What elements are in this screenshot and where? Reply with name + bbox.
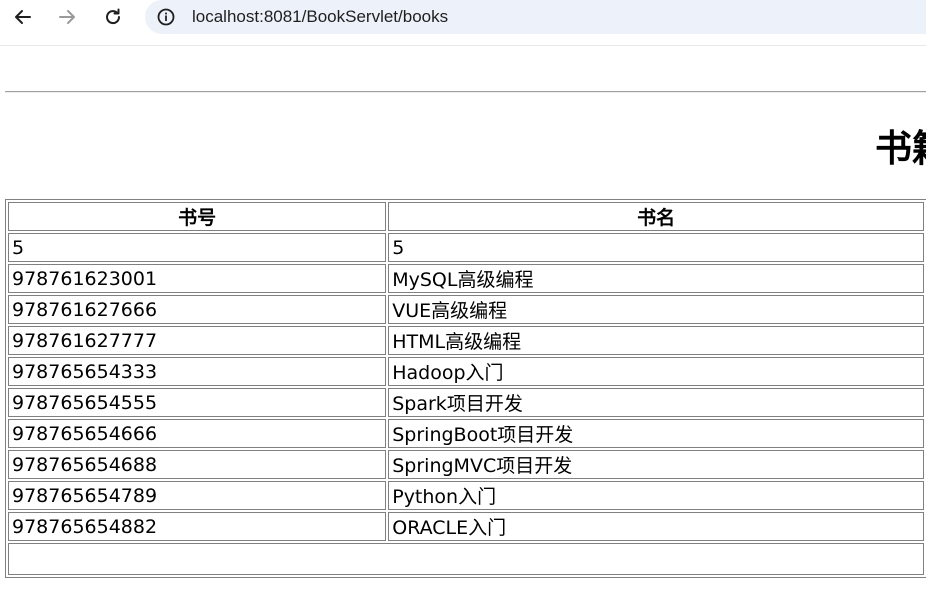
cell-name: Spark项目开发 [388,388,924,417]
cell-name: Python入门 [388,481,924,510]
cell-name: SpringMVC项目开发 [388,450,924,479]
cell-name: HTML高级编程 [388,326,924,355]
cell-isbn: 978765654688 [8,450,387,479]
info-icon [157,8,175,26]
reload-button[interactable] [99,3,127,31]
cell-name: MySQL高级编程 [388,264,924,293]
page-title: 书籍 [875,127,926,170]
cell-isbn: 978765654789 [8,481,387,510]
cell-name: ORACLE入门 [388,512,924,541]
cell-isbn: 5 [8,233,387,262]
cell-name: Hadoop入门 [388,357,924,386]
horizontal-rule [5,91,926,93]
cell-isbn: 978761627666 [8,295,387,324]
cell-isbn: 978761627777 [8,326,387,355]
table-row: 978765654789 Python入门 [8,481,924,510]
cell-isbn: 978765654333 [8,357,387,386]
column-header-isbn: 书号 [8,202,387,231]
table-row: 978761627666 VUE高级编程 [8,295,924,324]
table-row: 978765654882 ORACLE入门 [8,512,924,541]
cell-isbn: 978765654555 [8,388,387,417]
table-row-empty [8,543,924,575]
column-header-name: 书名 [388,202,924,231]
table-row: 978765654555 Spark项目开发 [8,388,924,417]
table-row: 978761623001 MySQL高级编程 [8,264,924,293]
table-row: 978765654688 SpringMVC项目开发 [8,450,924,479]
site-info-button[interactable] [155,6,177,28]
table-row: 978761627777 HTML高级编程 [8,326,924,355]
arrow-right-icon [59,10,75,24]
browser-toolbar: localhost:8081/BookServlet/books [0,0,926,34]
url-text[interactable]: localhost:8081/BookServlet/books [192,6,448,28]
forward-button[interactable] [53,3,81,31]
back-button[interactable] [9,3,37,31]
table-row: 978765654333 Hadoop入门 [8,357,924,386]
table-row: 978765654666 SpringBoot项目开发 [8,419,924,448]
books-table: 书号 书名 5 5 978761623001 MySQL高级编程 9787616… [5,199,926,578]
empty-cell [8,543,924,575]
cell-name: VUE高级编程 [388,295,924,324]
reload-icon [106,8,121,25]
table-row: 5 5 [8,233,924,262]
arrow-left-icon [15,10,31,24]
cell-isbn: 978761623001 [8,264,387,293]
cell-isbn: 978765654666 [8,419,387,448]
table-header-row: 书号 书名 [8,202,924,231]
address-bar[interactable]: localhost:8081/BookServlet/books [145,0,926,34]
toolbar-divider [0,45,926,46]
cell-name: 5 [388,233,924,262]
cell-isbn: 978765654882 [8,512,387,541]
cell-name: SpringBoot项目开发 [388,419,924,448]
